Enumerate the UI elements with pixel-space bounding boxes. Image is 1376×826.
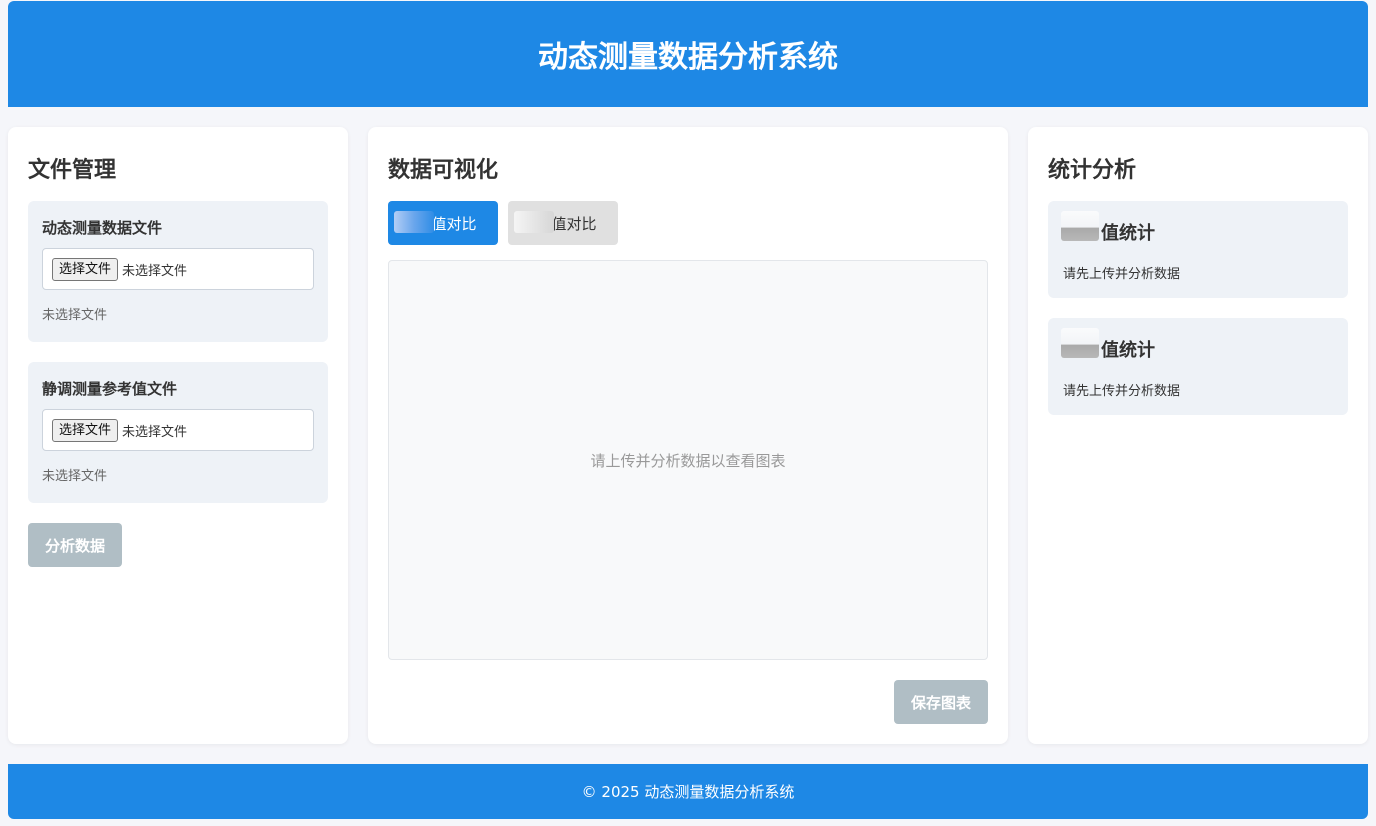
stat-card-info: 请先上传并分析数据 [1063, 384, 1181, 399]
statistics-panel: 统计分析 值统计 请先上传并分析数据 值统计 请先上传并分析数据 [1028, 127, 1368, 744]
file-panel-title: 文件管理 [28, 158, 117, 183]
static-file-status: 未选择文件 [42, 469, 108, 484]
chart-placeholder: 请上传并分析数据以查看图表 [590, 451, 786, 470]
stat-card-1: 值统计 请先上传并分析数据 [1048, 201, 1348, 298]
dynamic-file-label: 动态测量数据文件 [42, 219, 163, 237]
dynamic-file-section: 动态测量数据文件 选择文件 未选择文件 未选择文件 [28, 201, 328, 342]
redacted-tab-text [394, 211, 434, 233]
static-file-input-text: 未选择文件 [122, 424, 188, 440]
redacted-title-text [1061, 211, 1099, 241]
stat-card-info: 请先上传并分析数据 [1063, 267, 1181, 282]
chart-container: 请上传并分析数据以查看图表 [388, 260, 988, 660]
dynamic-file-input[interactable]: 选择文件 未选择文件 [42, 248, 314, 290]
save-chart-button[interactable]: 保存图表 [894, 680, 988, 724]
dynamic-file-input-text: 未选择文件 [122, 263, 188, 279]
stat-card-title: 值统计 [1061, 328, 1333, 362]
footer-text: © 2025 动态测量数据分析系统 [581, 783, 795, 801]
tab-label: 值对比 [431, 214, 477, 233]
tab-label: 值对比 [551, 214, 597, 233]
stat-card-2: 值统计 请先上传并分析数据 [1048, 318, 1348, 415]
app-header: 动态测量数据分析系统 [8, 1, 1368, 107]
dynamic-file-status: 未选择文件 [42, 308, 108, 323]
stats-panel-title: 统计分析 [1048, 158, 1137, 183]
redacted-title-text [1061, 328, 1099, 358]
tab-comparison-1[interactable]: 值对比 [388, 201, 498, 245]
static-file-input[interactable]: 选择文件 未选择文件 [42, 409, 314, 451]
static-choose-file-button[interactable]: 选择文件 [52, 418, 119, 442]
stat-card-title: 值统计 [1061, 211, 1333, 245]
app-footer: © 2025 动态测量数据分析系统 [8, 764, 1368, 819]
redacted-tab-text [514, 211, 554, 233]
analyze-data-button[interactable]: 分析数据 [28, 523, 122, 567]
static-file-section: 静调测量参考值文件 选择文件 未选择文件 未选择文件 [28, 362, 328, 503]
viz-panel-title: 数据可视化 [388, 158, 499, 183]
app-title: 动态测量数据分析系统 [538, 40, 838, 75]
tab-comparison-2[interactable]: 值对比 [508, 201, 618, 245]
static-file-label: 静调测量参考值文件 [42, 380, 178, 398]
dynamic-choose-file-button[interactable]: 选择文件 [52, 257, 119, 281]
file-management-panel: 文件管理 动态测量数据文件 选择文件 未选择文件 未选择文件 静调测量参考值文件… [8, 127, 348, 744]
visualization-panel: 数据可视化 值对比 值对比 请上传并分析数据以查看图表 保存图表 [368, 127, 1008, 744]
